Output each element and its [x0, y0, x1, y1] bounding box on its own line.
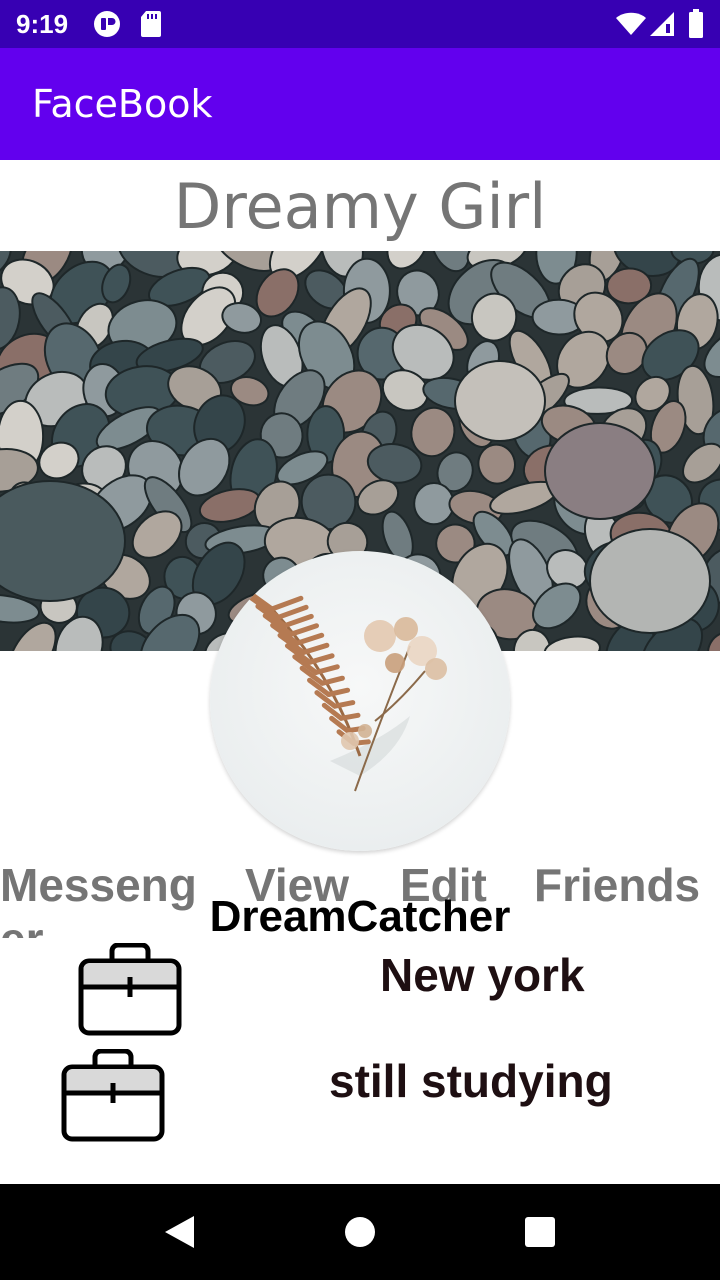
- dried-fern-image: [210, 551, 510, 851]
- sd-card-icon: [141, 11, 161, 37]
- location-text: New york: [380, 949, 585, 1001]
- signal-icon: [650, 12, 674, 36]
- work-text: still studying: [329, 1055, 613, 1107]
- system-nav-bar: [0, 1184, 720, 1280]
- status-time: 9:19: [16, 9, 69, 39]
- battery-icon: [689, 9, 703, 38]
- status-bar: 9:19: [0, 0, 720, 48]
- app-notification-icon: [94, 11, 120, 37]
- recents-icon[interactable]: [524, 1216, 556, 1248]
- app-bar: FaceBook: [0, 48, 720, 160]
- profile-name: Dreamy Girl: [173, 170, 547, 243]
- home-icon[interactable]: [344, 1216, 376, 1248]
- username: DreamCatcher: [209, 892, 511, 941]
- briefcase-icon: [78, 943, 182, 1036]
- profile-avatar[interactable]: [210, 551, 510, 851]
- wifi-icon: [616, 12, 646, 35]
- briefcase-icon: [61, 1049, 165, 1142]
- back-icon[interactable]: [162, 1214, 196, 1250]
- app-title: FaceBook: [32, 82, 213, 126]
